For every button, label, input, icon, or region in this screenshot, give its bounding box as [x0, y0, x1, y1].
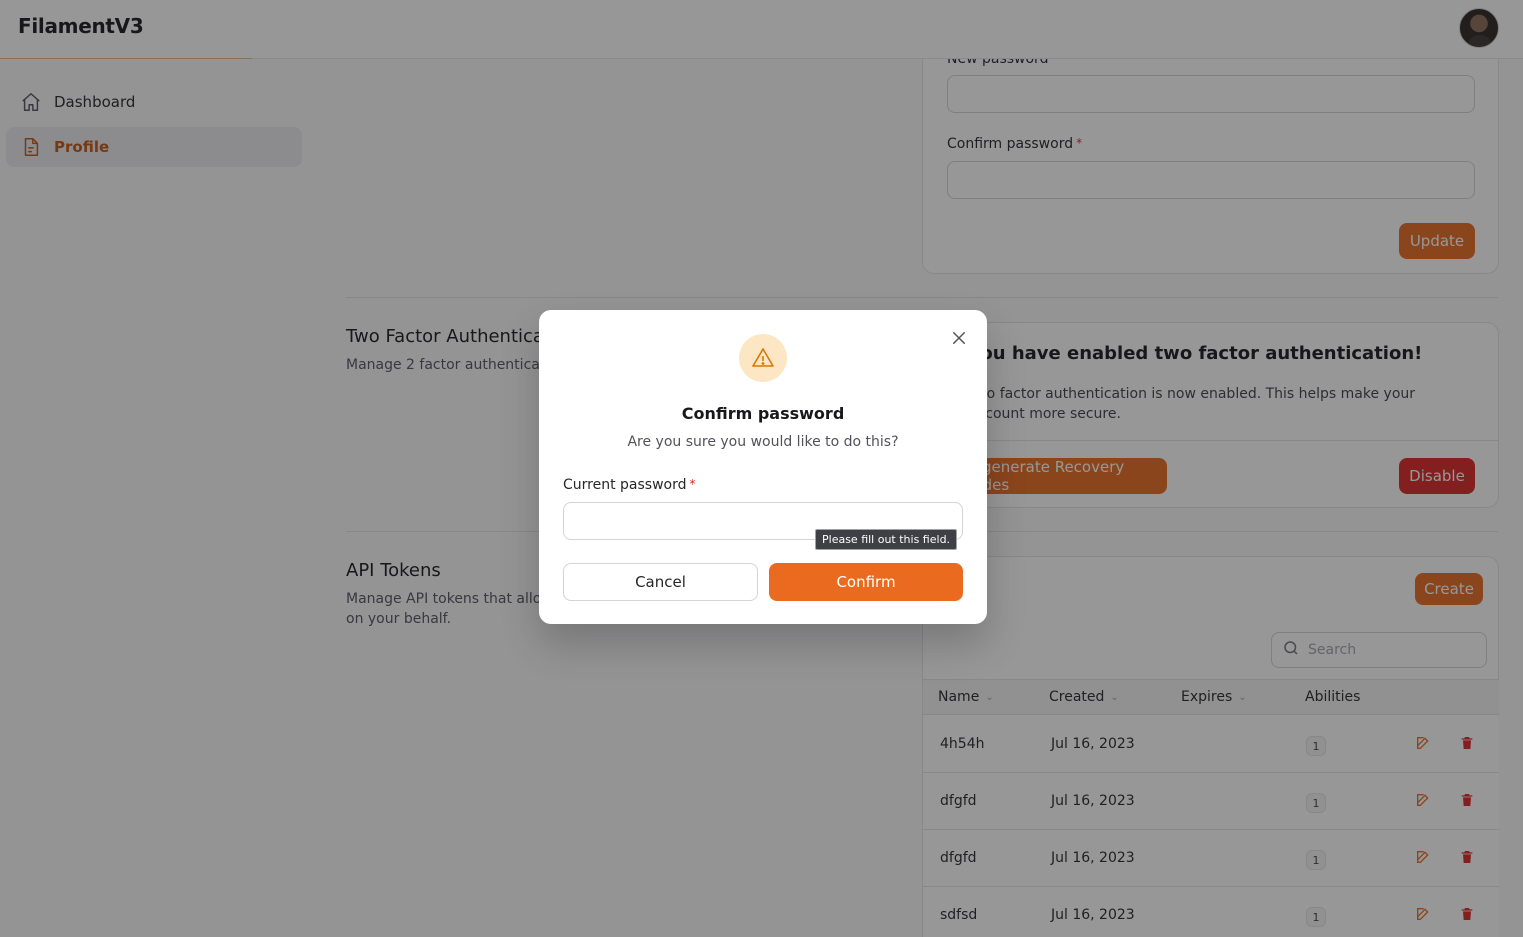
current-password-label: Current password *: [563, 477, 696, 493]
close-icon[interactable]: [949, 328, 969, 348]
modal-title: Confirm password: [681, 404, 845, 423]
warning-triangle-icon: [752, 348, 774, 367]
confirm-button[interactable]: Confirm: [769, 563, 963, 601]
validation-tooltip: Please fill out this field.: [815, 529, 958, 550]
modal-subtitle: Are you sure you would like to do this?: [627, 434, 899, 450]
warning-badge: [739, 334, 787, 382]
cancel-button[interactable]: Cancel: [563, 563, 758, 601]
confirm-password-modal: Confirm password Are you sure you would …: [539, 310, 987, 624]
